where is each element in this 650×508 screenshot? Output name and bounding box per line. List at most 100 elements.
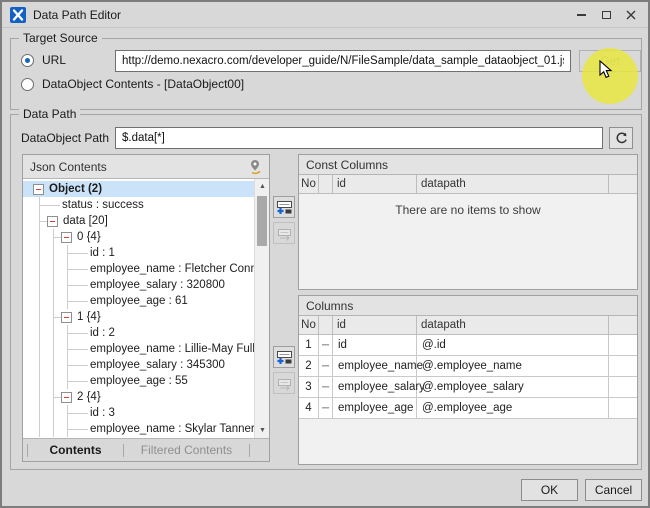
add-column-button[interactable] xyxy=(273,346,295,368)
move-column-icon xyxy=(276,376,293,391)
maximize-button[interactable] xyxy=(597,6,615,24)
const-columns-header: Const Columns xyxy=(299,155,637,175)
json-contents-panel: Json Contents Object (2) status : success… xyxy=(22,154,270,462)
move-column-button[interactable] xyxy=(273,372,295,394)
columns-row[interactable]: 1─id@.id xyxy=(299,335,637,356)
target-source-group: Target Source URL Get DataObject Content… xyxy=(10,38,642,110)
col-header-datapath: datapath xyxy=(417,316,609,334)
tree-node[interactable]: id : 2 xyxy=(23,325,254,341)
add-column-icon xyxy=(276,350,293,365)
url-radio-label: URL xyxy=(42,53,66,67)
tree-node-label: employee_name : Lillie-May Fuller xyxy=(89,343,254,355)
tree-node-label: employee_age : 55 xyxy=(89,375,188,387)
scroll-thumb[interactable] xyxy=(257,196,267,246)
dataobject-radio-row[interactable]: DataObject Contents - [DataObject00] xyxy=(21,76,244,92)
tree-node[interactable]: id : 1 xyxy=(23,245,254,261)
data-path-editor-dialog: Data Path Editor Target Source URL Get D… xyxy=(0,0,650,508)
dataobject-path-input[interactable] xyxy=(115,127,603,149)
tree-node[interactable]: employee_name : Lillie-May Fuller xyxy=(23,341,254,357)
const-columns-title: Const Columns xyxy=(306,158,388,172)
close-button[interactable] xyxy=(622,6,640,24)
json-contents-header: Json Contents xyxy=(23,155,269,179)
add-column-icon xyxy=(276,200,293,215)
ok-button[interactable]: OK xyxy=(521,479,578,501)
tree-node-label: status : success xyxy=(61,199,144,211)
tree-collapse-icon[interactable] xyxy=(33,184,44,195)
tree-node-label: Object (2) xyxy=(48,183,102,195)
col-header-blank xyxy=(319,175,333,193)
tree-node[interactable]: 0 {4} xyxy=(23,229,254,245)
move-column-icon xyxy=(276,226,293,241)
tree-node-label: id : 1 xyxy=(89,247,115,259)
col-header-id: id xyxy=(333,175,417,193)
url-radio-row[interactable]: URL xyxy=(21,52,66,68)
tree-node-label: 0 {4} xyxy=(76,231,101,243)
columns-row[interactable]: 4─employee_age@.employee_age xyxy=(299,398,637,419)
tree-node-label: 1 {4} xyxy=(76,311,101,323)
tree-collapse-icon[interactable] xyxy=(61,392,72,403)
col-header-datapath: datapath xyxy=(417,175,609,193)
nexacro-logo-icon xyxy=(10,7,26,23)
minimize-button[interactable] xyxy=(572,6,590,24)
columns-row[interactable]: 2─employee_name@.employee_name xyxy=(299,356,637,377)
const-columns-panel: Const Columns No id datapath There are n… xyxy=(298,154,638,290)
tree-node[interactable]: 1 {4} xyxy=(23,309,254,325)
url-radio[interactable] xyxy=(21,54,34,67)
add-const-column-button[interactable] xyxy=(273,196,295,218)
tree-collapse-icon[interactable] xyxy=(61,312,72,323)
get-button[interactable]: Get xyxy=(579,50,641,72)
tree-node[interactable]: Object (2) xyxy=(23,181,254,197)
row-dash-icon: ─ xyxy=(319,335,333,355)
const-columns-table-header: No id datapath xyxy=(299,175,637,194)
scroll-down-icon[interactable]: ▼ xyxy=(255,423,269,438)
tree-node[interactable]: employee_name : Fletcher Connolly xyxy=(23,261,254,277)
cancel-button[interactable]: Cancel xyxy=(585,479,642,501)
columns-table-header: No id datapath xyxy=(299,316,637,335)
const-columns-table-body: There are no items to show xyxy=(299,194,637,289)
tree-node[interactable]: id : 3 xyxy=(23,405,254,421)
empty-message: There are no items to show xyxy=(299,203,637,217)
tree-node-label: employee_salary : 345300 xyxy=(89,359,225,371)
target-source-legend: Target Source xyxy=(19,31,102,45)
col-header-id: id xyxy=(333,316,417,334)
tree-node[interactable]: employee_name : Skylar Tanner xyxy=(23,421,254,437)
url-input[interactable] xyxy=(115,50,571,72)
tab-contents[interactable]: Contents xyxy=(28,439,123,461)
columns-panel: Columns No id datapath 1─id@.id2─employe… xyxy=(298,295,638,465)
col-header-no: No xyxy=(299,316,319,334)
scroll-up-icon[interactable]: ▲ xyxy=(255,179,269,194)
tree-node[interactable]: data [20] xyxy=(23,213,254,229)
columns-header: Columns xyxy=(299,296,637,316)
json-tree-wrap: Object (2) status : success data [20] 0 {4}… xyxy=(23,179,269,438)
window-title: Data Path Editor xyxy=(33,8,121,22)
data-path-legend: Data Path xyxy=(19,107,80,121)
columns-title: Columns xyxy=(306,299,353,313)
locate-path-icon[interactable] xyxy=(248,159,262,175)
tree-node[interactable]: employee_age : 61 xyxy=(23,293,254,309)
move-const-column-button[interactable] xyxy=(273,222,295,244)
tree-collapse-icon[interactable] xyxy=(61,232,72,243)
tree-collapse-icon[interactable] xyxy=(47,216,58,227)
json-contents-title: Json Contents xyxy=(30,160,107,174)
tree-node-label: data [20] xyxy=(62,215,108,227)
title-bar[interactable]: Data Path Editor xyxy=(2,2,648,28)
tree-node[interactable]: status : success xyxy=(23,197,254,213)
columns-row[interactable]: 3─employee_salary@.employee_salary xyxy=(299,377,637,398)
columns-table-body: 1─id@.id2─employee_name@.employee_name3─… xyxy=(299,335,637,464)
col-header-no: No xyxy=(299,175,319,193)
tree-node[interactable]: employee_salary : 320800 xyxy=(23,277,254,293)
tree-node[interactable]: 2 {4} xyxy=(23,389,254,405)
tab-filtered-contents[interactable]: Filtered Contents xyxy=(124,439,249,461)
tree-node[interactable]: employee_age : 55 xyxy=(23,373,254,389)
dataobject-path-label: DataObject Path xyxy=(21,131,109,145)
row-dash-icon: ─ xyxy=(319,356,333,376)
tree-node-label: employee_name : Fletcher Connolly xyxy=(89,263,254,275)
tree-node[interactable]: employee_salary : 345300 xyxy=(23,357,254,373)
dataobject-radio[interactable] xyxy=(21,78,34,91)
close-icon xyxy=(626,10,636,20)
tree-scrollbar[interactable]: ▲ ▼ xyxy=(254,179,269,438)
tree-node-label: employee_name : Skylar Tanner xyxy=(89,423,254,435)
json-tree: Object (2) status : success data [20] 0 {4}… xyxy=(23,179,254,438)
refresh-path-button[interactable] xyxy=(609,127,633,149)
row-dash-icon: ─ xyxy=(319,377,333,397)
